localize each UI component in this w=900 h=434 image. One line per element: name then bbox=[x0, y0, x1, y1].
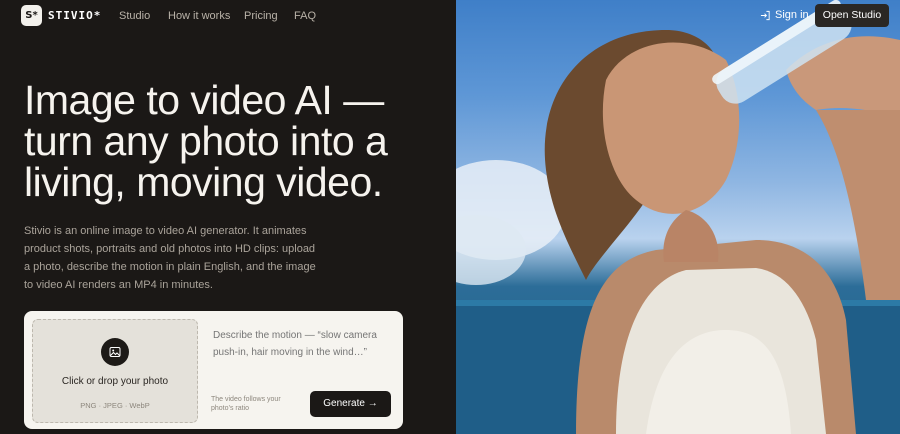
sign-in-icon bbox=[760, 10, 770, 20]
hero-photo bbox=[456, 0, 900, 434]
nav-link-faq[interactable]: FAQ bbox=[294, 10, 316, 22]
sign-in-label: Sign in bbox=[775, 9, 809, 21]
generate-label: Generate bbox=[323, 398, 365, 409]
dropzone-label: Click or drop your photo bbox=[61, 376, 169, 387]
landing-page: S* STIVIO* Studio How it works Pricing F… bbox=[0, 0, 900, 434]
sign-in-link[interactable]: Sign in bbox=[760, 9, 809, 21]
accepted-formats: PNG · JPEG · WebP bbox=[80, 401, 150, 410]
nav-link-studio[interactable]: Studio bbox=[119, 10, 150, 22]
woman-drinking-photo bbox=[456, 0, 900, 434]
hero-description: Stivio is an online image to video AI ge… bbox=[24, 225, 316, 291]
upload-card: Click or drop your photo PNG · JPEG · We… bbox=[24, 311, 403, 429]
nav-link-how-it-works[interactable]: How it works bbox=[168, 10, 230, 22]
image-upload-icon bbox=[101, 338, 129, 366]
motion-prompt-input[interactable] bbox=[211, 325, 395, 363]
page-title: Image to video AI — turn any photo into … bbox=[24, 77, 388, 205]
aspect-ratio-note: The video follows your photo’s ratio bbox=[211, 396, 281, 412]
brand-name[interactable]: STIVIO* bbox=[48, 9, 101, 22]
top-nav: S* STIVIO* Studio How it works Pricing F… bbox=[0, 0, 900, 32]
generate-button[interactable]: Generate → bbox=[310, 391, 391, 417]
open-studio-button[interactable]: Open Studio bbox=[815, 4, 889, 27]
photo-dropzone[interactable]: Click or drop your photo PNG · JPEG · We… bbox=[32, 319, 198, 423]
logo-icon[interactable]: S* bbox=[21, 5, 42, 26]
nav-link-pricing[interactable]: Pricing bbox=[244, 10, 278, 22]
arrow-right-icon: → bbox=[367, 398, 378, 409]
